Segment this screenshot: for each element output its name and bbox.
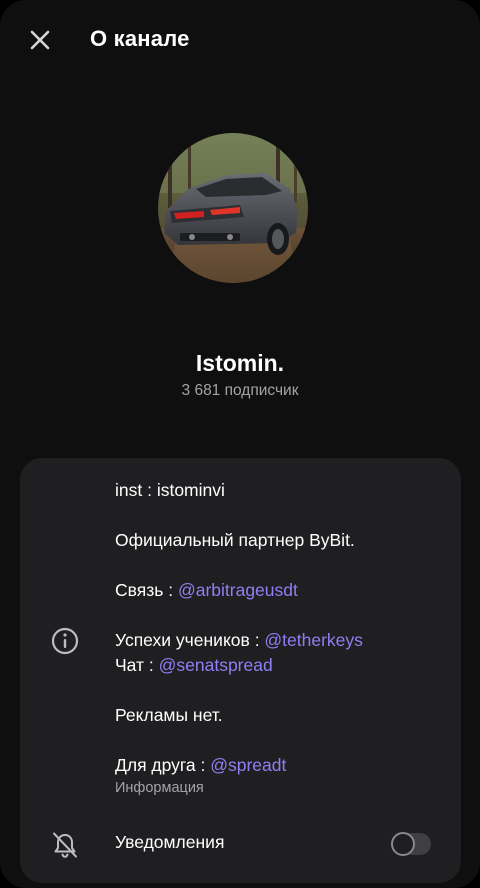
students-link[interactable]: @tetherkeys: [264, 630, 363, 650]
contact-line: Связь : @arbitrageusdt: [115, 578, 445, 603]
avatar-car-image: [158, 133, 308, 283]
page-title: О канале: [90, 26, 190, 51]
toggle-knob: [391, 832, 415, 856]
chat-label: Чат :: [115, 655, 159, 675]
info-card: inst : istominvi Официальный партнер ByB…: [20, 458, 461, 883]
students-label: Успехи учеников :: [115, 630, 265, 650]
description-line: Рекламы нет.: [115, 705, 223, 725]
description-line: inst : istominvi: [115, 480, 225, 500]
info-caption: Информация: [115, 780, 204, 796]
friend-label: Для друга :: [115, 755, 211, 775]
notifications-label: Уведомления: [115, 832, 225, 852]
subscriber-count: 3 681 подписчик: [181, 382, 299, 399]
friend-line: Для друга : @spreadt: [115, 753, 445, 778]
channel-name: Istomin.: [195, 350, 285, 376]
chat-link[interactable]: @senatspread: [159, 655, 273, 675]
header: О канале: [0, 0, 480, 80]
close-icon: [30, 30, 50, 50]
contact-label: Связь :: [115, 580, 178, 600]
chat-line: Чат : @senatspread: [115, 653, 445, 678]
info-circle-icon: [51, 627, 79, 655]
contact-link[interactable]: @arbitrageusdt: [178, 580, 298, 600]
bell-off-icon: [53, 832, 77, 858]
students-line: Успехи учеников : @tetherkeys: [115, 628, 445, 653]
close-button[interactable]: [22, 22, 58, 58]
channel-info-screen: О канале Istomin. 3 681 подписчик inst:…: [0, 0, 480, 888]
channel-avatar[interactable]: [158, 133, 308, 283]
friend-link[interactable]: @spreadt: [210, 755, 286, 775]
notifications-toggle[interactable]: [391, 832, 431, 856]
description-line: Официальный партнер ByBit.: [115, 530, 355, 550]
channel-description: inst : istominvi Официальный партнер ByB…: [115, 478, 445, 778]
